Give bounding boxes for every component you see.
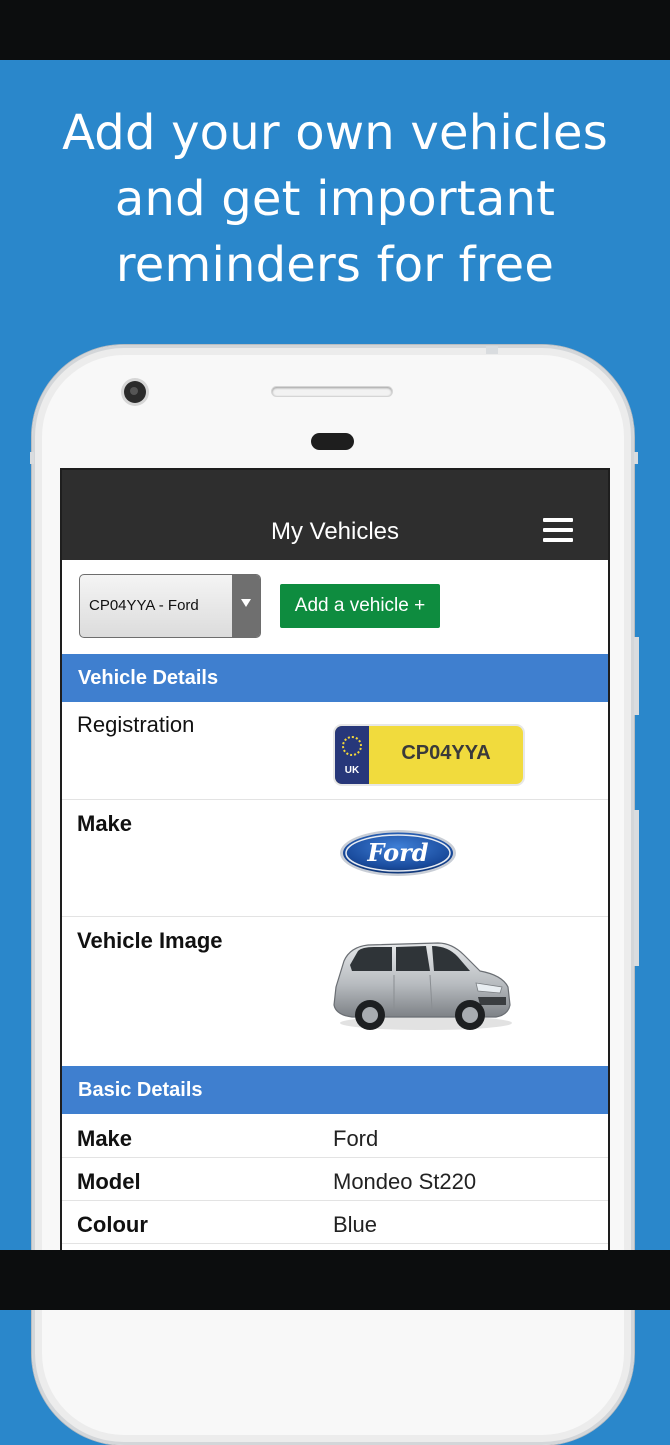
registration-plate: UK CP04YYA xyxy=(335,726,523,784)
app-bar: My Vehicles xyxy=(62,470,608,560)
headline-line-1: Add your own vehicles xyxy=(62,105,608,161)
row-divider xyxy=(62,916,608,917)
add-vehicle-button[interactable]: Add a vehicle + xyxy=(280,584,440,628)
row-divider xyxy=(62,1157,608,1158)
plate-country-code: UK xyxy=(344,765,360,776)
plate-country-badge: UK xyxy=(335,726,369,784)
vehicle-image-label: Vehicle Image xyxy=(77,928,223,953)
dropdown-arrow-icon xyxy=(232,575,260,637)
registration-label: Registration xyxy=(77,712,195,737)
bottom-bar xyxy=(0,1250,670,1310)
phone-screen: My Vehicles CP04YYA - Ford Add a vehicle… xyxy=(60,468,610,1260)
phone-side-button-left xyxy=(30,452,34,464)
basic-colour-value: Blue xyxy=(333,1212,378,1237)
row-divider xyxy=(62,1243,608,1244)
basic-details-header: Basic Details xyxy=(62,1066,608,1114)
front-camera xyxy=(124,381,146,403)
vehicle-details-header: Vehicle Details xyxy=(62,654,608,702)
basic-colour-label: Colour xyxy=(77,1212,148,1237)
app-title: My Vehicles xyxy=(270,518,400,545)
ford-logo: Ford xyxy=(340,830,456,876)
phone-power-button xyxy=(634,810,639,966)
basic-model-label: Model xyxy=(77,1169,141,1194)
registration-value: CP04YYA xyxy=(401,742,491,764)
earpiece-speaker xyxy=(272,387,392,396)
top-bar xyxy=(0,0,670,60)
vehicle-selector[interactable]: CP04YYA - Ford xyxy=(79,574,261,638)
proximity-sensor xyxy=(311,433,354,450)
ford-logo-text: Ford xyxy=(366,838,428,867)
vehicle-selector-value: CP04YYA - Ford xyxy=(89,597,199,614)
car-image xyxy=(333,942,512,1030)
headline-line-3: reminders for free xyxy=(115,237,555,293)
headline-line-2: and get important xyxy=(114,171,556,227)
phone-volume-button xyxy=(634,637,639,715)
phone-side-button-right-1 xyxy=(634,452,638,464)
promo-headline: Add your own vehicles and get important … xyxy=(0,100,670,298)
make-label: Make xyxy=(77,811,133,836)
row-divider xyxy=(62,799,608,800)
phone-top-button xyxy=(486,346,498,354)
eu-stars-icon xyxy=(342,736,362,756)
menu-icon[interactable] xyxy=(543,518,573,542)
basic-model-value: Mondeo St220 xyxy=(333,1169,477,1194)
row-divider xyxy=(62,1200,608,1201)
basic-make-label: Make xyxy=(77,1126,133,1151)
basic-make-value: Ford xyxy=(333,1126,379,1151)
